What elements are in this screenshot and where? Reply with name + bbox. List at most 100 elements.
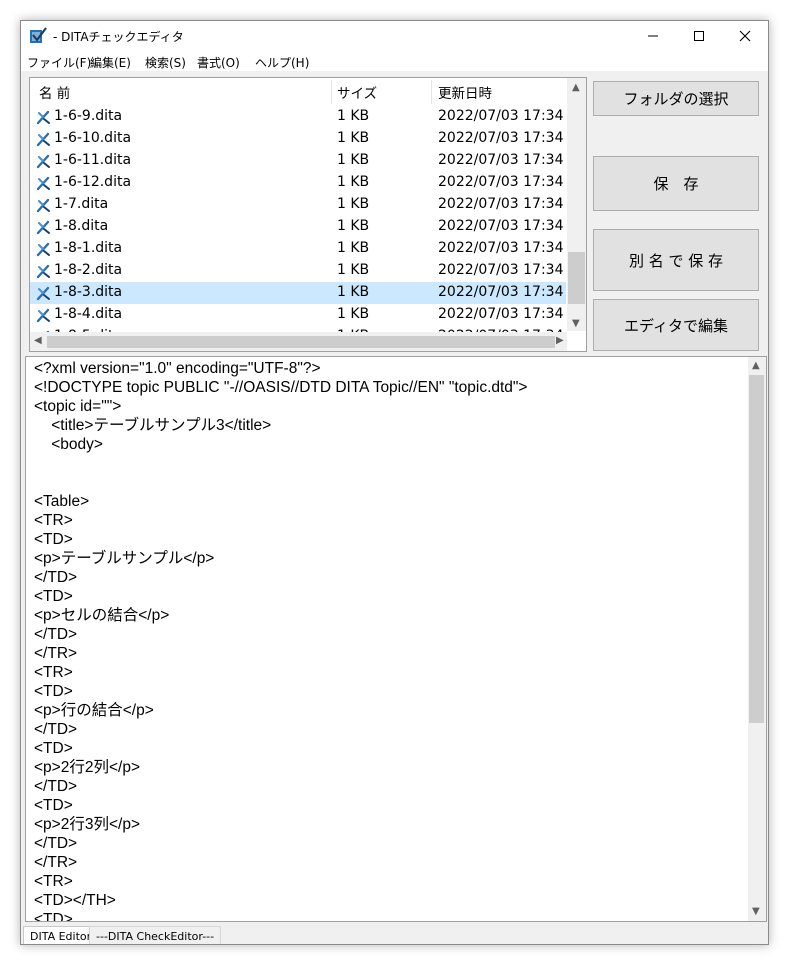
column-divider[interactable]: [331, 80, 332, 104]
file-row[interactable]: 1-8-2.dita 1 KB 2022/07/03 17:34: [30, 260, 566, 282]
file-list[interactable]: 名 前 サイズ 更新日時 1-6-9.dita 1 KB 2022/07/03 17…: [29, 77, 587, 352]
close-button[interactable]: [722, 21, 768, 51]
menu-help[interactable]: ヘルプ(H): [255, 54, 309, 71]
file-row[interactable]: 1-7.dita 1 KB 2022/07/03 17:34: [30, 194, 566, 216]
editor-line[interactable]: <topic id="">: [34, 397, 527, 416]
editor-line[interactable]: </TD>: [34, 834, 527, 853]
code-editor[interactable]: <?xml version="1.0" encoding="UTF-8"?> <!…: [25, 356, 767, 922]
file-list-hscroll-thumb[interactable]: [47, 336, 555, 348]
file-list-scroll-thumb[interactable]: [568, 252, 585, 304]
file-row[interactable]: 1-8-1.dita 1 KB 2022/07/03 17:34: [30, 238, 566, 260]
file-modified: 2022/07/03 17:34: [438, 218, 564, 234]
editor-line[interactable]: </TR>: [34, 644, 527, 663]
menu-bar: ファイル(F) 編集(E) 検索(S) 書式(O) ヘルプ(H): [21, 51, 768, 71]
file-name: 1-6-9.dita: [54, 108, 123, 124]
menu-edit[interactable]: 編集(E): [90, 54, 131, 71]
title-bar[interactable]: - DITAチェックエディタ: [21, 21, 768, 51]
editor-line[interactable]: <p>2行3列</p>: [34, 815, 527, 834]
dita-file-icon: [36, 198, 50, 213]
file-name: 1-8.dita: [54, 218, 109, 234]
dita-file-icon: [36, 242, 50, 257]
save-as-button[interactable]: 別 名 で 保 存: [593, 229, 759, 291]
editor-line[interactable]: <Table>: [34, 492, 527, 511]
editor-line[interactable]: <TD>: [34, 682, 527, 701]
dita-checkmark-icon: [30, 27, 47, 43]
editor-scroll-down-icon[interactable]: ▼: [752, 906, 760, 917]
editor-line[interactable]: <TR>: [34, 663, 527, 682]
file-name: 1-6-11.dita: [54, 152, 132, 168]
file-row[interactable]: 1-6-11.dita 1 KB 2022/07/03 17:34: [30, 150, 566, 172]
editor-line[interactable]: <p>テーブルサンプル</p>: [34, 549, 527, 568]
scroll-right-icon[interactable]: ▶: [556, 335, 564, 346]
editor-line[interactable]: <TR>: [34, 872, 527, 891]
edit-in-editor-button[interactable]: エディタで編集: [593, 299, 759, 351]
editor-line[interactable]: <TD>: [34, 910, 527, 921]
editor-line[interactable]: <title>テーブルサンプル3</title>: [34, 416, 527, 435]
editor-line[interactable]: <TD>: [34, 530, 527, 549]
file-row[interactable]: 1-8-3.dita 1 KB 2022/07/03 17:34: [30, 282, 566, 304]
file-name: 1-8-3.dita: [54, 284, 123, 300]
file-row[interactable]: 1-6-10.dita 1 KB 2022/07/03 17:34: [30, 128, 566, 150]
editor-text[interactable]: <?xml version="1.0" encoding="UTF-8"?> <!…: [34, 359, 527, 921]
file-size: 1 KB: [337, 284, 370, 300]
file-row[interactable]: 1-6-9.dita 1 KB 2022/07/03 17:34: [30, 106, 566, 128]
menu-search[interactable]: 検索(S): [145, 54, 186, 71]
file-name: 1-8-4.dita: [54, 306, 123, 322]
editor-line[interactable]: </TR>: [34, 853, 527, 872]
tab-dita-editor[interactable]: DITA Editor: [23, 926, 99, 944]
scroll-down-icon[interactable]: ▼: [572, 318, 580, 329]
maximize-icon: [694, 31, 704, 41]
tab-bar: DITA Editor ---DITA CheckEditor---: [21, 924, 768, 944]
file-size: 1 KB: [337, 240, 370, 256]
save-button[interactable]: 保 存: [593, 156, 759, 211]
dita-file-icon: [36, 220, 50, 235]
maximize-button[interactable]: [676, 21, 722, 51]
editor-line[interactable]: <TD>: [34, 587, 527, 606]
editor-line[interactable]: <body>: [34, 435, 527, 454]
editor-line[interactable]: <p>2行2列</p>: [34, 758, 527, 777]
column-header-modified[interactable]: 更新日時: [438, 82, 492, 102]
editor-line[interactable]: [34, 473, 527, 492]
editor-scroll-thumb[interactable]: [749, 375, 764, 723]
editor-line[interactable]: </TD>: [34, 568, 527, 587]
file-size: 1 KB: [337, 174, 370, 190]
menu-file[interactable]: ファイル(F): [27, 54, 91, 71]
minimize-button[interactable]: [630, 21, 676, 51]
column-header-name[interactable]: 名 前: [39, 82, 70, 102]
file-modified: 2022/07/03 17:34: [438, 284, 564, 300]
file-modified: 2022/07/03 17:34: [438, 262, 564, 278]
file-name: 1-6-10.dita: [54, 130, 132, 146]
dita-file-icon: [36, 132, 50, 147]
editor-line[interactable]: </TD>: [34, 625, 527, 644]
file-size: 1 KB: [337, 152, 370, 168]
close-icon: [739, 30, 751, 42]
editor-scroll-up-icon[interactable]: ▲: [752, 360, 760, 371]
column-divider[interactable]: [431, 80, 432, 104]
editor-line[interactable]: <p>行の結合</p>: [34, 701, 527, 720]
file-row[interactable]: 1-6-12.dita 1 KB 2022/07/03 17:34: [30, 172, 566, 194]
editor-line[interactable]: <?xml version="1.0" encoding="UTF-8"?>: [34, 359, 527, 378]
column-header-size[interactable]: サイズ: [337, 82, 377, 102]
editor-line[interactable]: <TD></TH>: [34, 891, 527, 910]
select-folder-button[interactable]: フォルダの選択: [593, 81, 759, 116]
scroll-up-icon[interactable]: ▲: [572, 82, 580, 93]
dita-file-icon: [36, 110, 50, 125]
tab-dita-checkeditor[interactable]: ---DITA CheckEditor---: [89, 926, 222, 944]
dita-file-icon: [36, 308, 50, 323]
file-row[interactable]: 1-8-4.dita 1 KB 2022/07/03 17:34: [30, 304, 566, 326]
file-name: 1-7.dita: [54, 196, 109, 212]
editor-line[interactable]: <TD>: [34, 796, 527, 815]
file-name: 1-6-12.dita: [54, 174, 132, 190]
editor-line[interactable]: <TR>: [34, 511, 527, 530]
editor-line[interactable]: </TD>: [34, 720, 527, 739]
menu-format[interactable]: 書式(O): [197, 54, 240, 71]
editor-line[interactable]: </TD>: [34, 777, 527, 796]
editor-line[interactable]: <!DOCTYPE topic PUBLIC "-//OASIS//DTD DI…: [34, 378, 527, 397]
file-size: 1 KB: [337, 306, 370, 322]
file-row[interactable]: 1-8.dita 1 KB 2022/07/03 17:34: [30, 216, 566, 238]
file-name: 1-8-2.dita: [54, 262, 123, 278]
scroll-left-icon[interactable]: ◀: [34, 335, 42, 346]
editor-line[interactable]: [34, 454, 527, 473]
editor-line[interactable]: <p>セルの結合</p>: [34, 606, 527, 625]
editor-line[interactable]: <TD>: [34, 739, 527, 758]
